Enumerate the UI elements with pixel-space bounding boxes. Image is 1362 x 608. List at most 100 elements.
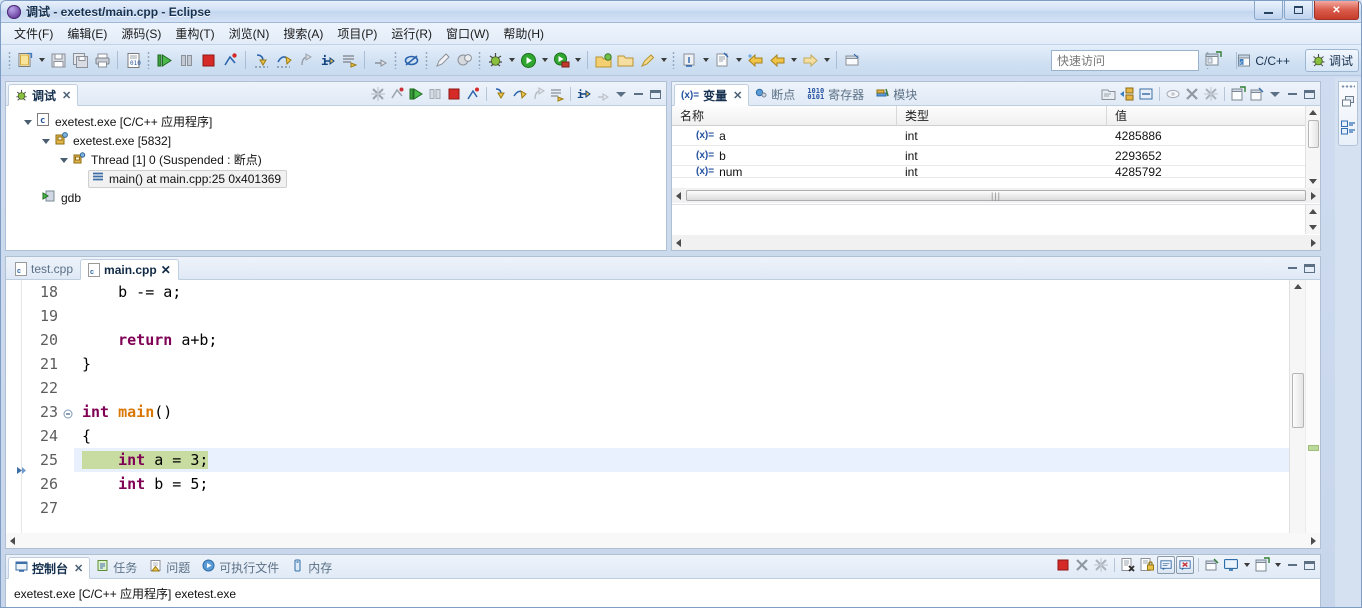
scroll-thumb[interactable]: ||| xyxy=(686,190,1306,201)
tab-test-cpp[interactable]: c test.cpp xyxy=(8,258,80,279)
detail-horizontal-scrollbar[interactable] xyxy=(672,235,1320,250)
step-into-icon[interactable] xyxy=(250,49,272,71)
open-console-dropdown-icon[interactable] xyxy=(1272,554,1283,576)
new-file-dropdown-icon[interactable] xyxy=(36,49,47,71)
editor-overview-ruler[interactable] xyxy=(1305,280,1320,548)
tab-problems[interactable]: 问题 xyxy=(143,556,196,578)
tab-console[interactable]: 控制台 ✕ xyxy=(8,557,91,579)
tree-node-launch[interactable]: c exetest.exe [C/C++ 应用程序] xyxy=(10,112,662,131)
scroll-up-icon[interactable] xyxy=(1291,280,1304,293)
terminate-icon[interactable] xyxy=(445,85,463,103)
clear-console-icon[interactable] xyxy=(1119,556,1137,574)
step-into-icon[interactable] xyxy=(491,85,509,103)
table-row[interactable]: (x)= a int 4285886 xyxy=(672,126,1305,146)
scroll-lock-icon[interactable] xyxy=(1138,556,1156,574)
close-button[interactable]: ✕ xyxy=(1314,1,1359,20)
scroll-up-icon[interactable] xyxy=(1307,106,1320,119)
save-icon[interactable] xyxy=(47,49,69,71)
save-all-icon[interactable] xyxy=(69,49,91,71)
minimize-button[interactable] xyxy=(1254,1,1283,20)
tab-main-cpp[interactable]: c main.cpp ✕ xyxy=(80,259,179,280)
menu-file[interactable]: 文件(F) xyxy=(7,22,60,45)
scroll-right-icon[interactable] xyxy=(1307,534,1320,547)
new-expression-icon[interactable] xyxy=(1229,85,1247,103)
maximize-icon[interactable] xyxy=(1301,260,1317,276)
twisty-icon[interactable] xyxy=(24,117,33,126)
outline-icon[interactable] xyxy=(1340,119,1357,139)
toggle-breakpoint-icon[interactable] xyxy=(400,49,422,71)
tree-node-thread[interactable]: Thread [1] 0 (Suspended : 断点) xyxy=(10,150,662,169)
suspend-icon[interactable] xyxy=(426,85,444,103)
scroll-right-icon[interactable] xyxy=(1307,189,1320,202)
maximize-icon[interactable] xyxy=(1301,557,1317,573)
use-step-filters-icon[interactable] xyxy=(594,85,612,103)
scroll-left-icon[interactable] xyxy=(6,534,19,547)
terminate-icon[interactable] xyxy=(1054,556,1072,574)
external-tools-icon[interactable] xyxy=(550,49,572,71)
new-window-icon[interactable] xyxy=(841,49,863,71)
show-type-names-icon[interactable] xyxy=(1099,85,1117,103)
skip-breakpoints-icon[interactable] xyxy=(369,49,391,71)
close-icon[interactable]: ✕ xyxy=(733,89,742,102)
toolbar-grip[interactable] xyxy=(8,51,11,69)
scroll-up-icon[interactable] xyxy=(1307,205,1320,218)
code-line-current[interactable]: int a = 3; xyxy=(74,448,1289,472)
variable-detail-pane[interactable] xyxy=(672,205,1305,234)
step-over-icon[interactable] xyxy=(272,49,294,71)
code-line[interactable]: int main() xyxy=(74,400,1289,424)
last-edit-dropdown-icon[interactable] xyxy=(700,49,711,71)
tab-variables[interactable]: (x)= 变量 ✕ xyxy=(674,84,750,106)
tree-node-gdb[interactable]: gdb xyxy=(10,188,662,207)
resume-icon[interactable] xyxy=(153,49,175,71)
back-dropdown-icon[interactable] xyxy=(788,49,799,71)
external-tools-dropdown-icon[interactable] xyxy=(572,49,583,71)
scroll-left-icon[interactable] xyxy=(672,189,685,202)
editor-marker-ruler[interactable] xyxy=(6,280,26,548)
open-perspective-icon[interactable] xyxy=(1204,50,1224,70)
menu-search[interactable]: 搜索(A) xyxy=(276,22,330,45)
code-line[interactable]: int b = 5; xyxy=(74,472,1289,496)
next-annotation-dropdown-icon[interactable] xyxy=(733,49,744,71)
perspective-cpp[interactable]: c C/C++ xyxy=(1232,49,1295,72)
tab-registers[interactable]: 1010 0101 寄存器 xyxy=(801,83,870,105)
next-annotation-icon[interactable] xyxy=(711,49,733,71)
new-file-icon[interactable] xyxy=(14,49,36,71)
tab-breakpoints[interactable]: 断点 xyxy=(749,83,801,105)
resume-icon[interactable] xyxy=(407,85,425,103)
minimize-icon[interactable] xyxy=(630,86,646,102)
editor-horizontal-scrollbar[interactable] xyxy=(6,533,1320,548)
instruction-stepping-icon[interactable]: i xyxy=(316,49,338,71)
menu-edit[interactable]: 编辑(E) xyxy=(60,22,114,45)
disconnect-icon[interactable] xyxy=(464,85,482,103)
column-header-name[interactable]: 名称 xyxy=(672,106,897,126)
tab-tasks[interactable]: 任务 xyxy=(90,556,143,578)
back-alt-icon[interactable] xyxy=(766,49,788,71)
view-menu-icon[interactable] xyxy=(1267,86,1283,102)
build-icon[interactable]: 010 xyxy=(122,49,144,71)
maximize-button[interactable] xyxy=(1284,1,1313,20)
code-line[interactable] xyxy=(74,496,1289,520)
table-row[interactable]: (x)= b int 2293652 xyxy=(672,146,1305,166)
editor-text[interactable]: b -= a; return a+b; } int main() { int a… xyxy=(74,280,1289,548)
menu-help[interactable]: 帮助(H) xyxy=(496,22,551,45)
menu-source[interactable]: 源码(S) xyxy=(114,22,168,45)
close-icon[interactable]: ✕ xyxy=(62,89,71,102)
minimize-icon[interactable] xyxy=(1284,557,1300,573)
view-menu-icon[interactable] xyxy=(613,86,629,102)
editor-folding-ruler[interactable] xyxy=(62,280,74,548)
step-return-icon[interactable] xyxy=(529,85,547,103)
remove-selected-icon[interactable] xyxy=(1183,85,1201,103)
open-folder-icon[interactable] xyxy=(614,49,636,71)
run-dropdown-icon[interactable] xyxy=(539,49,550,71)
twisty-icon[interactable] xyxy=(60,155,69,164)
back-icon[interactable] xyxy=(744,49,766,71)
code-line[interactable] xyxy=(74,376,1289,400)
terminate-icon[interactable] xyxy=(197,49,219,71)
instruction-stepping-icon[interactable]: i xyxy=(575,85,593,103)
tab-debug[interactable]: 调试 ✕ xyxy=(8,84,79,106)
restore-icon[interactable] xyxy=(1341,95,1356,112)
debug-dropdown-icon[interactable] xyxy=(506,49,517,71)
search-dropdown-icon[interactable] xyxy=(658,49,669,71)
forward-icon[interactable] xyxy=(799,49,821,71)
relaunch-icon[interactable] xyxy=(388,85,406,103)
